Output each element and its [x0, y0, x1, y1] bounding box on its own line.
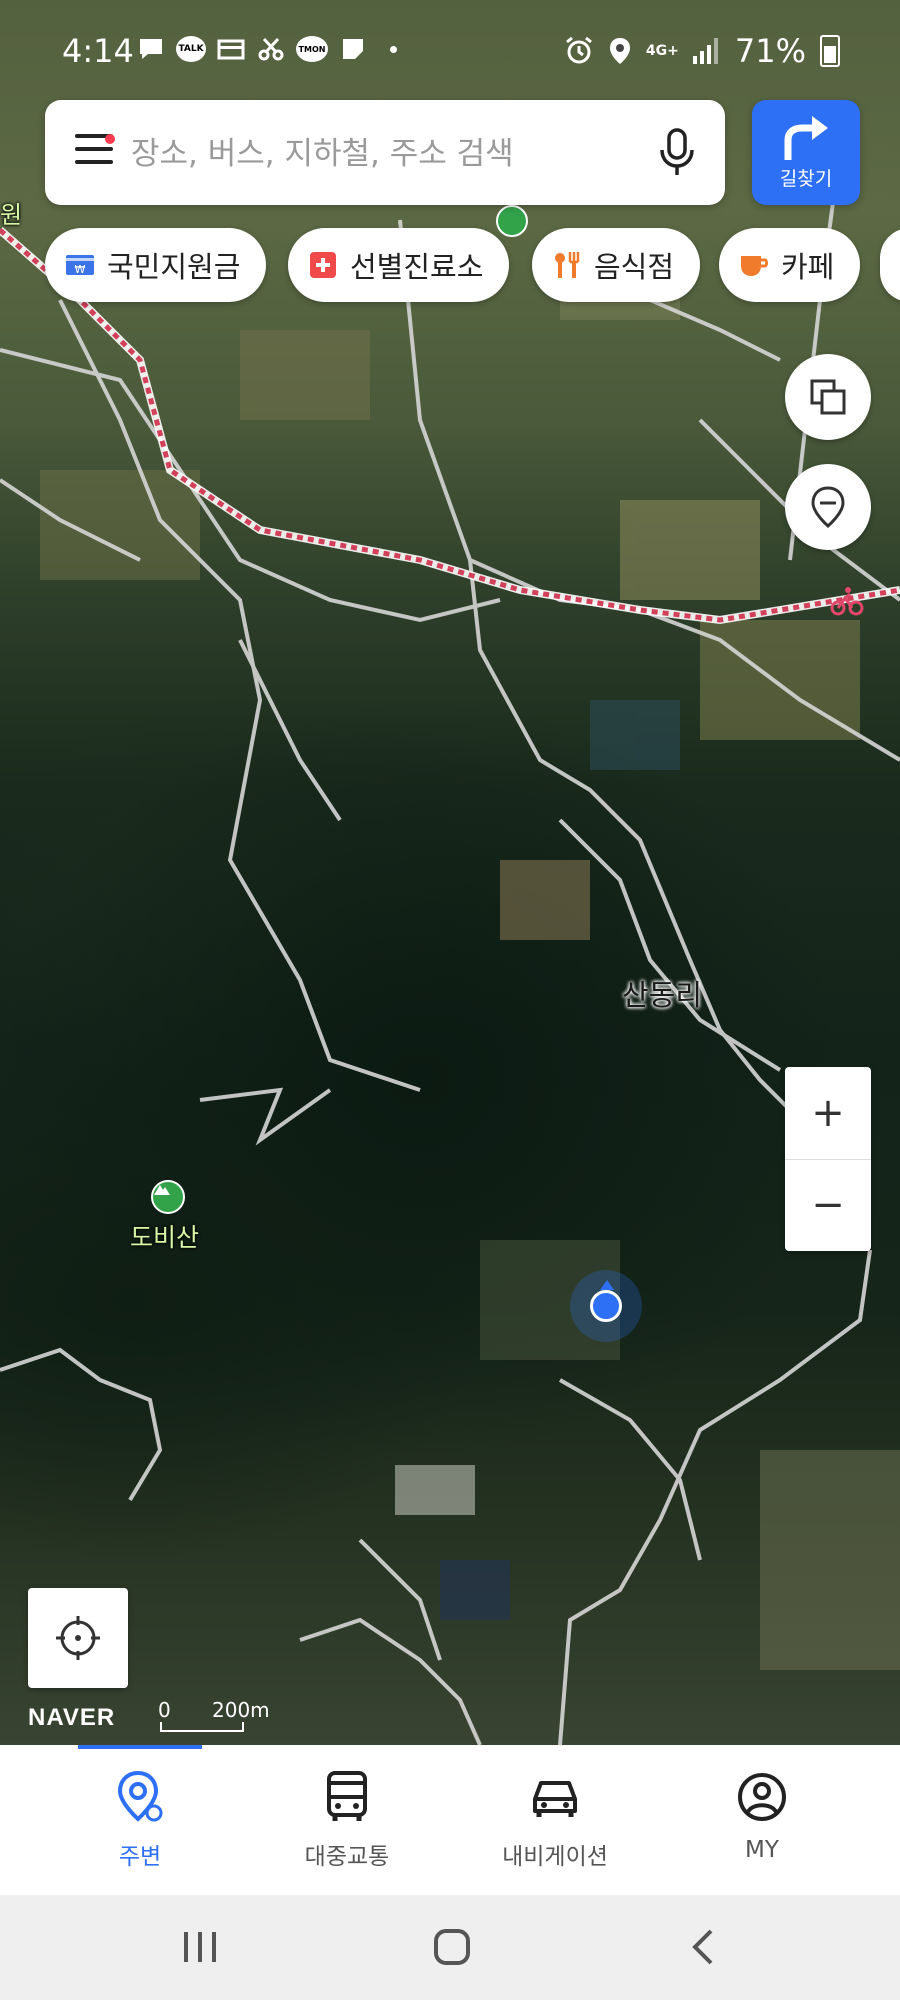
- tab-public-transit[interactable]: 대중교통: [242, 1745, 452, 1895]
- wallet-icon: [216, 36, 246, 62]
- minus-icon: −: [811, 1182, 845, 1228]
- system-navigation-bar: [0, 1895, 900, 2000]
- more-dot-icon: [378, 36, 408, 62]
- search-bar[interactable]: [45, 100, 725, 207]
- chip-screening-clinic[interactable]: 선별진료소: [288, 228, 510, 302]
- zoom-in-button[interactable]: +: [785, 1067, 871, 1159]
- signal-icon: [692, 38, 718, 64]
- back-button[interactable]: [672, 1921, 732, 1973]
- chip-label: 선별진료소: [350, 250, 484, 284]
- search-input[interactable]: [129, 100, 633, 207]
- medical-cross-icon: [308, 250, 338, 280]
- alarm-icon: [565, 36, 592, 64]
- battery-percent: 71%: [734, 32, 806, 70]
- location-pin-icon: [117, 1770, 163, 1822]
- saved-places-button[interactable]: [785, 464, 871, 550]
- microphone-icon[interactable]: [657, 128, 697, 178]
- chip-restaurant[interactable]: 음식점: [532, 228, 701, 302]
- kakaotalk-icon: TALK: [176, 36, 206, 62]
- battery-icon: [820, 35, 840, 67]
- tmon-badge: TMON: [298, 44, 326, 54]
- layers-icon: [810, 379, 846, 415]
- status-right: 4G+ 71%: [564, 32, 840, 70]
- layers-button[interactable]: [785, 354, 871, 440]
- note-icon: [338, 36, 368, 62]
- map-scale-zero: 0: [158, 1698, 171, 1722]
- map-scale-distance: 200m: [212, 1698, 270, 1722]
- chat-bubble-icon: [136, 36, 166, 62]
- back-icon: [692, 1929, 713, 1965]
- naver-logo: NAVER: [28, 1704, 116, 1731]
- menu-notification-dot: [105, 134, 115, 144]
- crosshair-icon: [56, 1616, 100, 1660]
- recent-apps-icon: [184, 1932, 216, 1962]
- profile-icon: [738, 1773, 786, 1821]
- tab-label: MY: [745, 1837, 779, 1863]
- category-chips: ₩ 국민지원금 선별진료소 음식점 카페: [45, 228, 900, 302]
- my-location-button[interactable]: [28, 1588, 128, 1688]
- bicycle-icon[interactable]: [830, 584, 864, 618]
- map-scale-bar: [160, 1722, 244, 1732]
- location-icon: [609, 38, 630, 64]
- car-icon: [533, 1781, 577, 1817]
- directions-button[interactable]: 길찾기: [752, 100, 860, 205]
- zoom-out-button[interactable]: −: [785, 1159, 871, 1251]
- notification-icons: TALK TMON: [136, 36, 408, 62]
- recent-apps-button[interactable]: [170, 1921, 230, 1973]
- chip-national-support[interactable]: ₩ 국민지원금: [45, 228, 267, 302]
- mountain-icon[interactable]: [151, 1180, 185, 1214]
- status-time: 4:14: [62, 32, 134, 70]
- directions-label: 길찾기: [779, 168, 833, 190]
- tmon-icon: TMON: [296, 36, 328, 62]
- mountain-label[interactable]: 도비산: [130, 1218, 199, 1254]
- network-type: 4G+: [645, 43, 679, 59]
- svg-text:₩: ₩: [75, 263, 86, 276]
- zoom-control: + −: [785, 1067, 871, 1251]
- scissors-icon: [256, 36, 286, 62]
- village-label[interactable]: 산동리: [622, 972, 702, 1014]
- chip-label: 음식점: [594, 250, 675, 284]
- bus-icon: [327, 1771, 367, 1821]
- chip-label: 국민지원금: [107, 250, 241, 284]
- tab-label: 대중교통: [304, 1844, 390, 1870]
- fork-knife-icon: [552, 250, 582, 280]
- map-pin-outline-icon: [811, 486, 845, 528]
- tab-label: 주변: [118, 1844, 162, 1870]
- tab-label: 내비게이션: [502, 1844, 608, 1870]
- coffee-cup-icon: [739, 250, 769, 280]
- chip-cafe[interactable]: 카페: [719, 228, 861, 302]
- kakaotalk-badge: TALK: [178, 44, 204, 54]
- bottom-navigation: 주변 대중교통 내비게이션 MY: [0, 1745, 900, 1895]
- tab-navigation[interactable]: 내비게이션: [450, 1745, 660, 1895]
- plus-icon: +: [811, 1090, 845, 1136]
- current-location-marker: [570, 1270, 642, 1342]
- chip-more[interactable]: [880, 228, 900, 302]
- map-edge-label: 원: [0, 201, 23, 229]
- status-bar: 4:14 TALK TMON 4G+ 71%: [0, 0, 900, 100]
- tab-my[interactable]: MY: [657, 1745, 867, 1895]
- home-icon: [434, 1929, 470, 1965]
- chip-label: 카페: [781, 250, 835, 284]
- won-card-icon: ₩: [65, 250, 95, 280]
- home-button[interactable]: [422, 1921, 482, 1973]
- turn-right-arrow-icon: [784, 116, 828, 160]
- tab-nearby[interactable]: 주변: [35, 1745, 245, 1895]
